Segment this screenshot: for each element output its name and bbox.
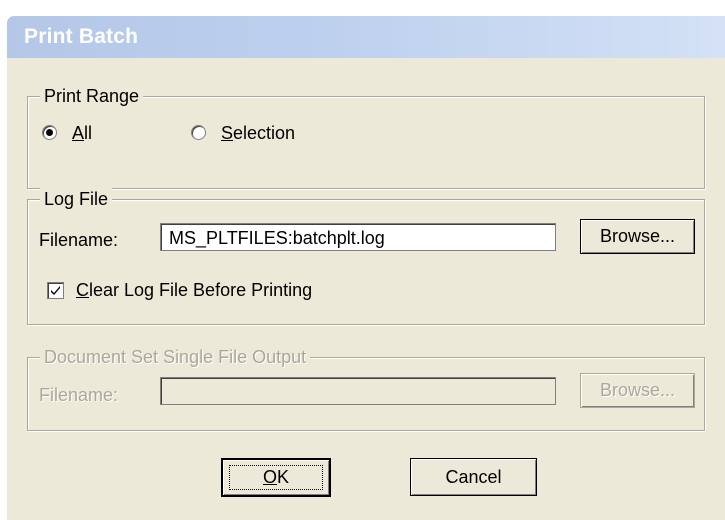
document-set-legend: Document Set Single File Output xyxy=(40,345,311,369)
log-filename-input[interactable]: MS_PLTFILES:batchplt.log xyxy=(160,223,556,251)
doc-filename-label: Filename: xyxy=(39,385,119,405)
log-file-group: Log File Filename: MS_PLTFILES:batchplt.… xyxy=(27,187,705,325)
print-batch-dialog: Print Batch Print Range All Selection Lo… xyxy=(7,16,725,520)
focus-rectangle xyxy=(229,465,323,490)
title-bar[interactable]: Print Batch xyxy=(7,16,725,58)
cancel-button[interactable]: Cancel xyxy=(410,458,537,496)
print-range-group: Print Range All Selection xyxy=(27,84,705,189)
window-title: Print Batch xyxy=(24,25,139,48)
print-range-legend: Print Range xyxy=(40,84,144,108)
radio-selection-label[interactable]: Selection xyxy=(221,123,295,144)
log-file-legend: Log File xyxy=(40,187,113,211)
radio-all-label[interactable]: All xyxy=(72,123,92,144)
document-set-group: Document Set Single File Output Filename… xyxy=(27,345,705,431)
doc-browse-button: Browse... xyxy=(580,373,695,408)
radio-selection[interactable] xyxy=(191,125,206,140)
ok-button[interactable]: OK xyxy=(221,458,331,497)
clear-log-label[interactable]: Clear Log File Before Printing xyxy=(76,280,312,301)
checkmark-icon xyxy=(51,286,60,295)
clear-log-checkbox[interactable] xyxy=(47,282,64,299)
doc-filename-input xyxy=(160,377,556,405)
log-browse-button[interactable]: Browse... xyxy=(580,219,695,254)
radio-selected-dot xyxy=(46,129,53,136)
radio-all[interactable] xyxy=(42,125,57,140)
log-filename-label: Filename: xyxy=(39,230,119,250)
